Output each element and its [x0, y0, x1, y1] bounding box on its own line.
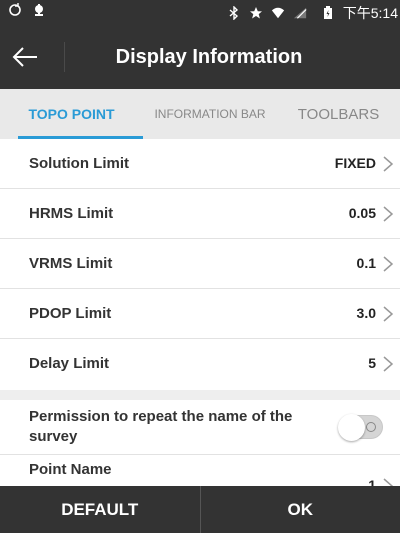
setting-label: VRMS Limit — [29, 255, 113, 272]
settings-list: Solution Limit FIXED HRMS Limit 0.05 VRM… — [0, 139, 400, 486]
setting-label: Permission to repeat the name of the sur… — [29, 408, 293, 445]
setting-value: 1 — [368, 477, 376, 486]
setting-row-hrms-limit[interactable]: HRMS Limit 0.05 — [0, 189, 400, 239]
setting-label: Point Name — [29, 461, 112, 478]
sync-icon — [8, 3, 22, 17]
status-time: 下午5:14 — [342, 5, 398, 21]
signal-icon — [293, 6, 307, 20]
setting-label: Delay Limit — [29, 355, 110, 372]
toggle-off-icon — [366, 422, 376, 432]
page-title: Display Information — [115, 46, 303, 68]
setting-label: HRMS Limit — [29, 205, 114, 222]
tab-topo-point[interactable]: TOPO POINT — [0, 89, 143, 139]
ok-button[interactable]: OK — [201, 486, 400, 533]
battery-icon — [321, 6, 335, 20]
app-bar: Display Information — [0, 24, 400, 89]
setting-value: FIXED — [334, 155, 376, 171]
chevron-right-icon — [383, 478, 394, 486]
bottom-action-bar: DEFAULT OK — [0, 486, 400, 533]
chevron-right-icon — [383, 356, 394, 372]
tab-information-bar[interactable]: INFORMATION BAR — [143, 89, 277, 139]
setting-row-pdop-limit[interactable]: PDOP Limit 3.0 — [0, 289, 400, 339]
toggle-knob — [338, 414, 365, 441]
app-icon — [32, 3, 46, 17]
setting-label: Solution Limit — [29, 155, 129, 172]
wifi-icon — [271, 6, 285, 20]
bluetooth-icon — [227, 6, 241, 20]
setting-row-repeat-name-permission: Permission to repeat the name of the sur… — [0, 400, 400, 455]
setting-value: 0.05 — [348, 205, 376, 221]
chevron-right-icon — [383, 256, 394, 272]
star-icon — [249, 6, 263, 20]
status-bar: 下午5:14 — [0, 0, 400, 24]
chevron-right-icon — [383, 306, 394, 322]
tab-toolbars[interactable]: TOOLBARS — [277, 89, 400, 139]
repeat-name-toggle[interactable] — [338, 414, 383, 441]
chevron-right-icon — [383, 156, 394, 172]
setting-row-vrms-limit[interactable]: VRMS Limit 0.1 — [0, 239, 400, 289]
setting-label: PDOP Limit — [29, 305, 112, 322]
setting-row-point-name[interactable]: Point Name 1 — [0, 455, 400, 486]
setting-row-delay-limit[interactable]: Delay Limit 5 — [0, 339, 400, 389]
setting-value: 5 — [368, 355, 376, 371]
section-divider — [0, 390, 400, 400]
setting-value: 0.1 — [356, 255, 376, 271]
default-button[interactable]: DEFAULT — [0, 486, 200, 533]
setting-value: 3.0 — [356, 305, 376, 321]
chevron-right-icon — [383, 206, 394, 222]
tab-bar: TOPO POINT INFORMATION BAR TOOLBARS — [0, 89, 400, 139]
setting-row-solution-limit[interactable]: Solution Limit FIXED — [0, 139, 400, 189]
